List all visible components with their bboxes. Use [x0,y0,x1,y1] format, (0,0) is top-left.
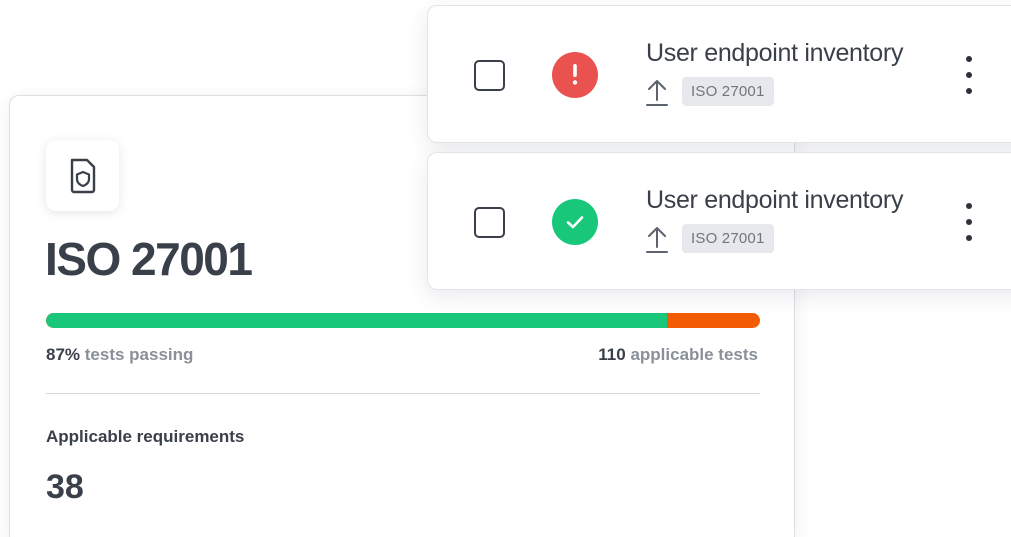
upload-arrow-icon [646,79,668,106]
framework-tag: ISO 27001 [682,224,774,253]
checkmark-icon [566,216,584,229]
framework-tag: ISO 27001 [682,77,774,106]
test-row[interactable]: User endpoint inventory ISO 27001 [427,152,1011,290]
requirements-count: 38 [46,468,84,506]
test-title[interactable]: User endpoint inventory [646,39,903,68]
test-meta: ISO 27001 [646,224,774,253]
tests-passing-label: tests passing [80,345,194,364]
requirements-label: Applicable requirements [46,427,245,446]
test-row[interactable]: User endpoint inventory ISO 27001 [427,5,1011,143]
test-meta: ISO 27001 [646,77,774,106]
divider [46,393,760,394]
exclamation-icon [572,64,578,85]
tests-progress-bar [46,313,760,328]
status-fail-badge [552,52,598,98]
tests-progress-fill [46,313,668,328]
row-checkbox[interactable] [474,60,505,91]
applicable-tests-count: 110 [598,345,626,364]
tests-passing-summary: 87% tests passing [46,345,193,365]
test-title[interactable]: User endpoint inventory [646,186,903,215]
upload-arrow-icon [646,226,668,253]
framework-icon-box [46,140,119,211]
more-options-icon[interactable] [958,56,980,94]
applicable-tests-summary: 110 applicable tests [598,345,758,365]
status-pass-badge [552,199,598,245]
framework-title: ISO 27001 [45,233,253,285]
row-checkbox[interactable] [474,207,505,238]
tests-passing-percent: 87% [46,345,81,364]
shield-document-icon [70,158,95,193]
stage: ISO 27001 87% tests passing 110 applicab… [0,0,1011,537]
more-options-icon[interactable] [958,203,980,241]
applicable-tests-label: applicable tests [625,345,758,364]
